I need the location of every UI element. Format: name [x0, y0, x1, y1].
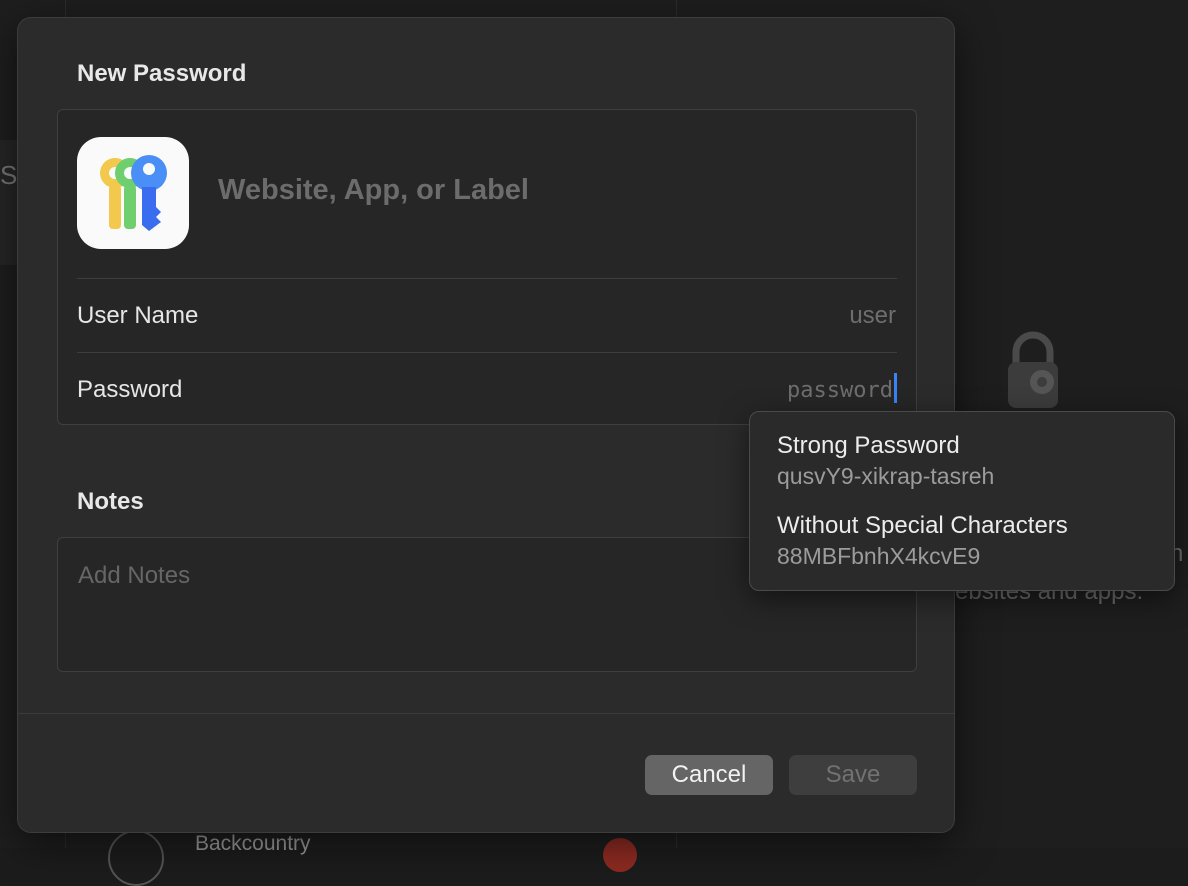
suggestion-title: Without Special Characters [777, 512, 1068, 540]
suggestion-value: qusvY9-xikrap-tasreh [777, 463, 994, 490]
user-name-field[interactable]: user [849, 302, 896, 330]
password-label: Password [77, 376, 182, 404]
list-item-badge [603, 838, 637, 872]
suggestion-no-special-characters[interactable]: Without Special Characters 88MBFbnhX4kcv… [777, 512, 1068, 570]
cancel-button[interactable]: Cancel [645, 755, 773, 795]
save-button[interactable]: Save [789, 755, 917, 795]
website-label-input[interactable]: Website, App, or Label [218, 174, 529, 207]
footer-divider [18, 713, 954, 714]
password-value: password [787, 378, 893, 403]
list-item-icon [108, 830, 164, 886]
list-item-title[interactable]: Backcountry [195, 832, 311, 856]
card-divider [77, 278, 897, 279]
card-divider [77, 352, 897, 353]
passwords-keys-icon [77, 137, 189, 249]
password-field[interactable]: password [787, 376, 897, 406]
suggestion-title: Strong Password [777, 432, 994, 460]
password-suggestions-popover: Strong Password qusvY9-xikrap-tasreh Wit… [749, 411, 1175, 591]
notes-placeholder: Add Notes [78, 562, 190, 590]
credential-card: Website, App, or Label User Name user Pa… [57, 109, 917, 425]
suggestion-value: 88MBFbnhX4kcvE9 [777, 543, 1068, 570]
notes-title: Notes [77, 488, 144, 516]
text-caret [894, 373, 897, 403]
sheet-title: New Password [77, 60, 246, 88]
lock-keys-icon [1002, 330, 1072, 410]
suggestion-strong-password[interactable]: Strong Password qusvY9-xikrap-tasreh [777, 432, 994, 490]
user-name-label: User Name [77, 302, 198, 330]
